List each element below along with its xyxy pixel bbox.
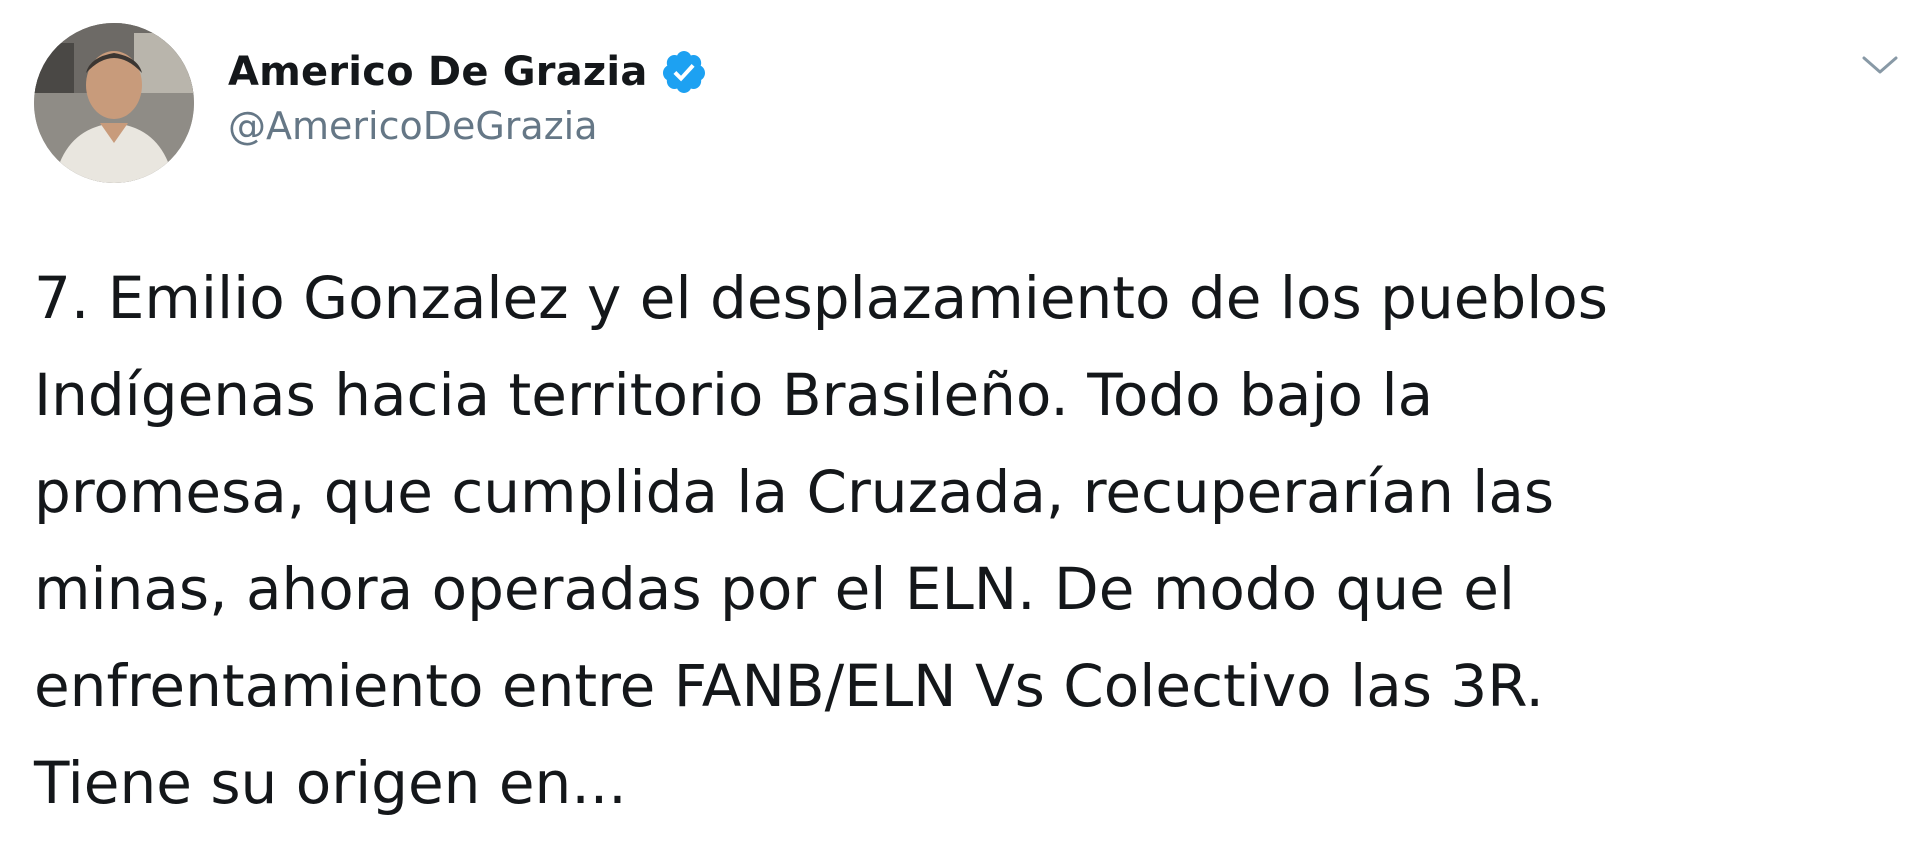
tweet-text-line: Indígenas hacia territorio Brasileño. To… bbox=[34, 361, 1434, 429]
display-name[interactable]: Americo De Grazia bbox=[228, 49, 648, 95]
tweet-text-line: promesa, que cumplida la Cruzada, recupe… bbox=[34, 458, 1555, 526]
tweet-text: 7. Emilio Gonzalez y el desplazamiento d… bbox=[34, 250, 1894, 832]
author-block: Americo De Grazia @AmericoDeGrazia bbox=[228, 44, 708, 148]
avatar[interactable] bbox=[34, 23, 194, 183]
tweet-text-line: enfrentamiento entre FANB/ELN Vs Colecti… bbox=[34, 652, 1544, 720]
tweet-text-line: minas, ahora operadas por el ELN. De mod… bbox=[34, 555, 1516, 623]
tweet-card: Americo De Grazia @AmericoDeGrazia 7. Em… bbox=[0, 0, 1920, 860]
verified-badge-icon bbox=[660, 48, 708, 96]
tweet-text-line: 7. Emilio Gonzalez y el desplazamiento d… bbox=[34, 264, 1609, 332]
display-name-row: Americo De Grazia bbox=[228, 44, 708, 100]
user-handle[interactable]: @AmericoDeGrazia bbox=[228, 104, 708, 148]
tweet-text-line: Tiene su origen en... bbox=[34, 749, 627, 817]
chevron-down-icon[interactable] bbox=[1858, 50, 1902, 80]
avatar-photo bbox=[34, 23, 194, 183]
